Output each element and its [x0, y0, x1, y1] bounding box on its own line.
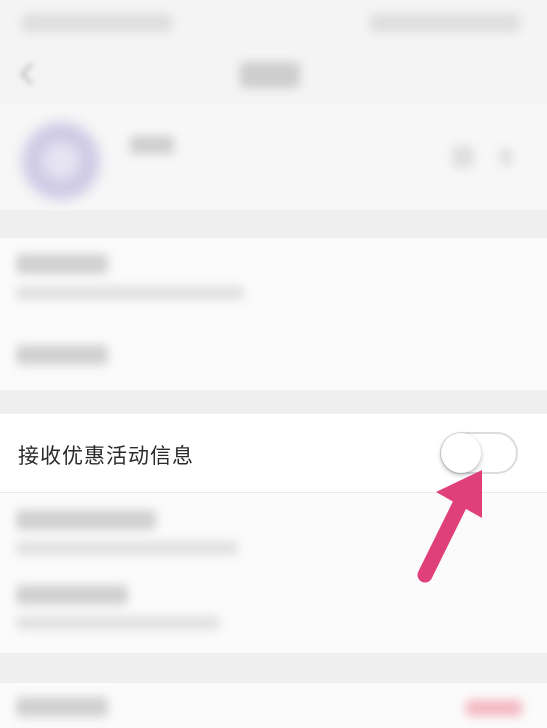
- back-arrow-icon[interactable]: [16, 60, 38, 88]
- cache-size-value: [466, 700, 522, 716]
- status-bar-right: [370, 14, 520, 32]
- recommend-item-title[interactable]: [16, 585, 128, 605]
- notification-item-title[interactable]: [16, 510, 156, 530]
- promo-setting-label: 接收优惠活动信息: [18, 445, 194, 468]
- notification-item-subtitle: [16, 541, 238, 555]
- promo-toggle[interactable]: [440, 432, 518, 474]
- avatar-inner: [42, 142, 80, 180]
- section-divider: [0, 390, 547, 414]
- section-divider: [0, 210, 547, 238]
- account-center-title[interactable]: [16, 254, 108, 274]
- clear-cache-label[interactable]: [16, 697, 108, 717]
- chevron-right-icon: [500, 148, 512, 166]
- recommend-item-subtitle: [16, 616, 220, 630]
- privacy-item[interactable]: [16, 345, 108, 365]
- account-center-subtitle: [16, 286, 244, 300]
- promo-setting-row[interactable]: 接收优惠活动信息: [0, 414, 547, 493]
- settings-screen: 接收优惠活动信息: [0, 0, 547, 728]
- profile-name: [130, 136, 174, 154]
- section-divider: [0, 653, 547, 683]
- status-bar-left: [22, 14, 172, 32]
- page-title: [240, 62, 300, 88]
- qr-code-icon[interactable]: [452, 146, 474, 168]
- toggle-knob: [441, 433, 481, 473]
